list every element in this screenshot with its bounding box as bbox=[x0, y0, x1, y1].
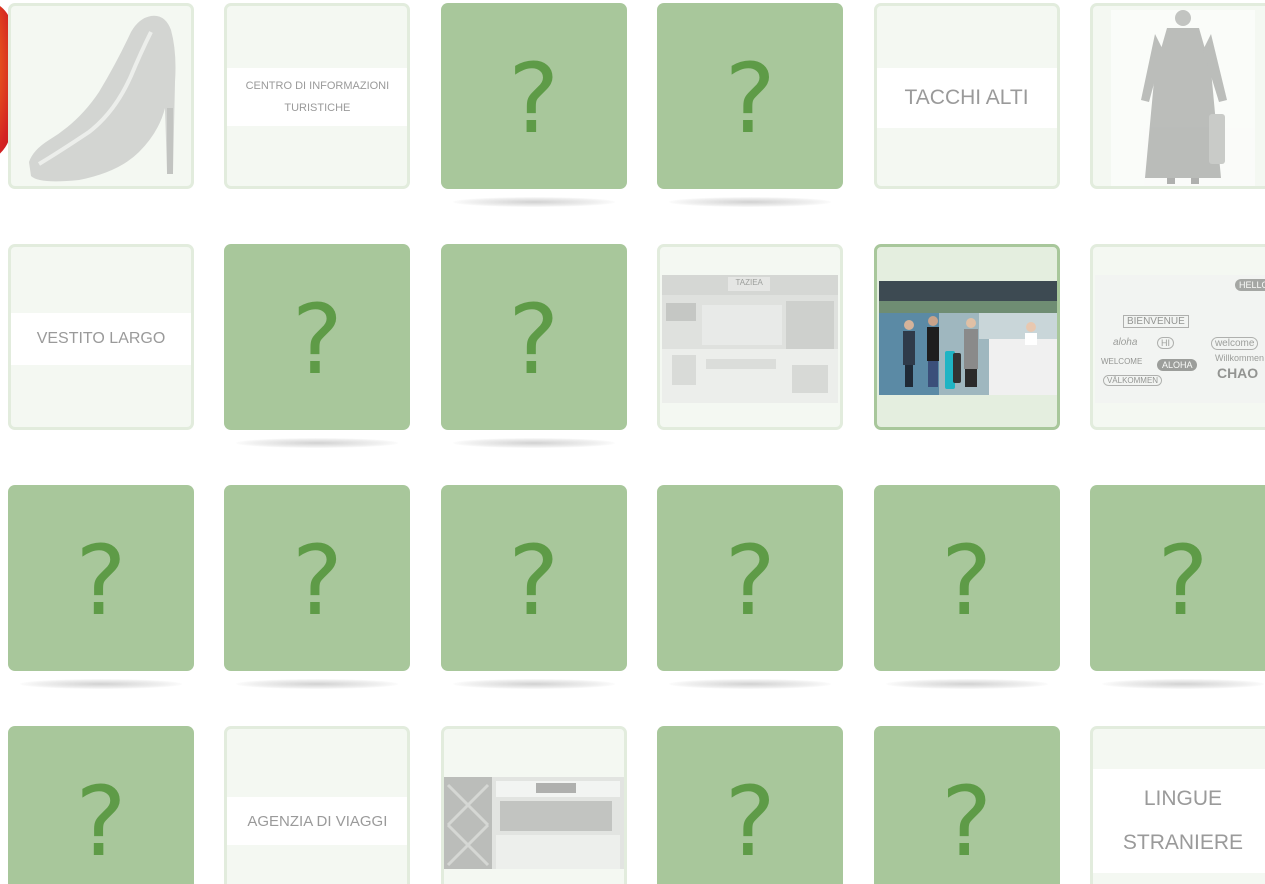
card-hidden[interactable]: ? bbox=[1089, 485, 1265, 689]
memory-game-board: CENTRO DI INFORMAZIONI TURISTICHE ? ? TA… bbox=[0, 0, 1265, 884]
card-label-band: LINGUE STRANIERE bbox=[1092, 769, 1265, 873]
card-label: VESTITO LARGO bbox=[36, 330, 166, 347]
card-hotel-reception-image[interactable] bbox=[873, 244, 1060, 430]
card-label-line-2: STRANIERE bbox=[1122, 831, 1244, 854]
card-shop-counter-image[interactable]: TAZIEA bbox=[657, 244, 844, 430]
card-label-band: AGENZIA DI VIAGGI bbox=[227, 797, 408, 845]
card-hidden[interactable]: ? bbox=[657, 485, 844, 689]
question-mark: ? bbox=[724, 43, 776, 155]
card-travel-agency-label[interactable]: AGENZIA DI VIAGGI bbox=[224, 726, 411, 884]
card-grid: CENTRO DI INFORMAZIONI TURISTICHE ? ? TA… bbox=[8, 3, 1265, 884]
card-label-line-1: LINGUE bbox=[1143, 787, 1223, 810]
greeting-word: HI bbox=[1156, 337, 1174, 349]
card-label: TACCHI ALTI bbox=[904, 86, 1029, 109]
question-mark: ? bbox=[724, 525, 776, 637]
greeting-word: VÄLKOMMEN bbox=[1102, 375, 1163, 386]
question-mark: ? bbox=[75, 525, 127, 637]
greeting-word: BIENVENUE bbox=[1122, 315, 1189, 328]
card-hidden[interactable]: ? bbox=[440, 244, 627, 448]
card-high-heels-label[interactable]: TACCHI ALTI bbox=[873, 3, 1060, 189]
greeting-word: welcome bbox=[1210, 337, 1259, 350]
greeting-word: WELCOME bbox=[1100, 357, 1143, 366]
question-mark: ? bbox=[291, 525, 343, 637]
card-label: CENTRO DI INFORMAZIONI TURISTICHE bbox=[245, 80, 390, 114]
card-hidden[interactable]: ? bbox=[8, 726, 194, 884]
question-mark: ? bbox=[1157, 525, 1209, 637]
greeting-word: HELLO bbox=[1234, 279, 1265, 291]
greeting-word: Willkommen bbox=[1214, 353, 1264, 363]
card-foreign-languages-label[interactable]: LINGUE STRANIERE bbox=[1089, 726, 1265, 884]
card-long-dress-image[interactable] bbox=[1089, 3, 1265, 189]
card-hidden[interactable]: ? bbox=[8, 485, 194, 689]
card-travel-agency-image[interactable] bbox=[440, 726, 627, 884]
question-mark: ? bbox=[508, 284, 560, 396]
question-mark: ? bbox=[291, 284, 343, 396]
greeting-word: aloha bbox=[1112, 337, 1138, 348]
shop-sign-text: TAZIEA bbox=[735, 278, 763, 287]
card-tourist-info-label[interactable]: CENTRO DI INFORMAZIONI TURISTICHE bbox=[224, 3, 411, 189]
card-greetings-image[interactable]: HELLO BIENVENUE aloha HI welcome WELCOME… bbox=[1089, 244, 1265, 430]
card-label: AGENZIA DI VIAGGI bbox=[247, 812, 388, 830]
greeting-word: ALOHA bbox=[1156, 359, 1198, 371]
card-hidden[interactable]: ? bbox=[440, 485, 627, 689]
question-mark: ? bbox=[75, 766, 127, 878]
greeting-word: CHAO bbox=[1216, 365, 1259, 381]
card-hidden[interactable]: ? bbox=[873, 485, 1060, 689]
question-mark: ? bbox=[508, 43, 560, 155]
card-hidden[interactable]: ? bbox=[657, 726, 844, 884]
question-mark: ? bbox=[508, 525, 560, 637]
card-label-band: CENTRO DI INFORMAZIONI TURISTICHE bbox=[227, 68, 408, 126]
shop-counter-picture: TAZIEA bbox=[662, 275, 839, 403]
card-high-heel-image[interactable] bbox=[8, 3, 194, 189]
card-hidden[interactable]: ? bbox=[440, 3, 627, 207]
greetings-words-picture: HELLO BIENVENUE aloha HI welcome WELCOME… bbox=[1094, 275, 1265, 403]
card-hidden[interactable]: ? bbox=[873, 726, 1060, 884]
card-label-band: TACCHI ALTI bbox=[876, 68, 1057, 128]
card-hidden[interactable]: ? bbox=[224, 244, 411, 448]
card-label-band: VESTITO LARGO bbox=[11, 313, 191, 365]
hotel-reception-picture bbox=[878, 281, 1057, 395]
card-hidden[interactable]: ? bbox=[224, 485, 411, 689]
question-mark: ? bbox=[941, 766, 993, 878]
question-mark: ? bbox=[941, 525, 993, 637]
card-hidden[interactable]: ? bbox=[657, 3, 844, 207]
high-heel-shoe-picture bbox=[19, 12, 183, 182]
long-dress-picture bbox=[1110, 10, 1255, 186]
travel-agency-storefront-picture bbox=[443, 777, 624, 869]
question-mark: ? bbox=[724, 766, 776, 878]
card-loose-dress-label[interactable]: VESTITO LARGO bbox=[8, 244, 194, 430]
